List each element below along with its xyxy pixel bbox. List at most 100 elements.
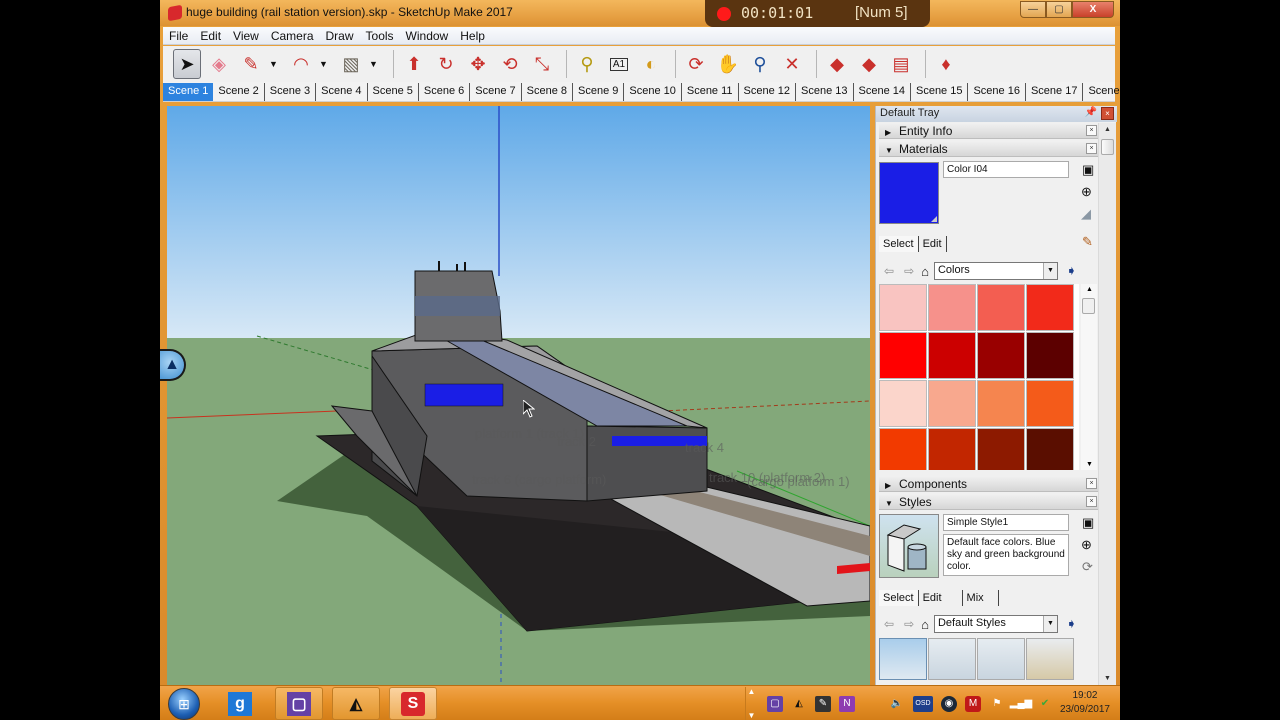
current-material-swatch[interactable] [879,162,939,224]
scroll-up-icon[interactable]: ▲ [1104,126,1111,133]
scene-tab[interactable]: Scene 10 [624,83,682,101]
forward-arrow-icon[interactable]: ⇨ [904,617,914,631]
follow-me-tool-button[interactable]: ↻ [432,49,460,79]
style-library-select[interactable]: Default Styles ▼ [933,615,1058,633]
menu-edit[interactable]: Edit [194,27,227,45]
style-thumbnail[interactable] [928,638,976,680]
create-style-icon[interactable]: ⊕ [1081,537,1092,553]
material-swatch[interactable] [1026,284,1074,331]
material-library-select[interactable]: Colors ▼ [933,262,1058,280]
modeling-viewport[interactable]: platform 1 (track 1) track 2 track 4 tra… [167,106,870,685]
text-tool-button[interactable]: A1 [605,49,633,79]
scroll-down-icon[interactable]: ▼ [1104,675,1111,682]
eyedropper-icon[interactable]: ✎ [1082,234,1093,250]
twitch-tray-icon[interactable]: ▢ [767,695,783,712]
material-name-field[interactable]: Color I04 [943,161,1069,178]
scroll-thumb[interactable] [1101,139,1114,155]
display-secondary-pane-icon[interactable]: ▣ [1082,162,1094,178]
material-swatch[interactable] [879,380,927,427]
close-button[interactable]: X [1072,1,1114,18]
style-description-field[interactable]: Default face colors. Blue sky and green … [943,534,1069,576]
materials-panel-header[interactable]: ▼ Materials × [879,141,1099,157]
paint-bucket-tool-button[interactable]: ◐ [637,49,665,79]
swatch-scrollbar[interactable]: ▲ ▼ [1081,284,1097,470]
extension-warehouse-button[interactable]: ♦ [932,49,960,79]
tab-edit[interactable]: Edit [919,236,947,252]
steam-icon[interactable]: ◉ [941,695,957,712]
material-swatch[interactable] [879,284,927,331]
scene-tab[interactable]: Scene 15 [911,83,969,101]
scene-tab[interactable]: Scene 18 [1083,83,1120,101]
components-panel-header[interactable]: ▶ Components × [879,476,1099,492]
tab-edit[interactable]: Edit [919,590,963,606]
mcafee-icon[interactable]: M [965,695,981,712]
material-swatch[interactable] [977,428,1025,470]
create-material-icon[interactable]: ⊕ [1081,184,1092,200]
tray-scrollbar[interactable]: ▲ ▼ [1098,123,1116,685]
scene-tab[interactable]: Scene 1 [163,83,214,101]
menu-file[interactable]: File [163,27,194,45]
scene-tab[interactable]: Scene 13 [796,83,854,101]
scene-tab[interactable]: Scene 8 [522,83,573,101]
entity-info-panel-header[interactable]: ▶ Entity Info × [879,123,1099,139]
back-arrow-icon[interactable]: ⇦ [884,617,894,631]
material-swatch[interactable] [977,332,1025,379]
menu-camera[interactable]: Camera [265,27,320,45]
home-icon[interactable]: ⌂ [921,617,929,632]
zoom-tool-button[interactable]: ⚲ [746,49,774,79]
rotate-tool-button[interactable]: ⟲ [496,49,524,79]
scene-tab[interactable]: Scene 7 [470,83,522,101]
panel-close-button[interactable]: × [1086,125,1097,136]
taskbar-app-sketchup[interactable]: S [389,687,437,720]
material-swatch[interactable] [1026,332,1074,379]
taskbar-app-twitch[interactable]: ▢ [275,687,323,720]
tape-measure-tool-button[interactable]: ⚲ [573,49,601,79]
tray-close-button[interactable]: × [1101,107,1114,120]
scroll-up-icon[interactable]: ▲ [1086,286,1093,293]
eraser-tool-button[interactable]: ◈ [205,49,233,79]
panel-close-button[interactable]: × [1086,143,1097,154]
network-icon[interactable]: ✔ [1037,696,1053,712]
taskbar-app-garrys-mod[interactable]: g [216,687,264,720]
notepad-tray-icon[interactable]: ✎ [815,695,831,712]
scene-tab[interactable]: Scene 5 [368,83,419,101]
volume-icon[interactable]: 🔈 [889,696,905,712]
material-swatch[interactable] [928,332,976,379]
signal-strength-icon[interactable]: ▂▄▆ [1010,696,1032,712]
display-secondary-pane-icon[interactable]: ▣ [1082,515,1094,531]
details-arrow-icon[interactable]: ➧ [1066,616,1077,632]
zoom-extents-tool-button[interactable]: ✕ [778,49,806,79]
onenote-tray-icon[interactable]: N [839,695,855,712]
move-tool-button[interactable]: ✥ [464,49,492,79]
wolf-tray-icon[interactable]: ◭ [791,696,807,712]
forward-arrow-icon[interactable]: ⇨ [904,264,914,278]
details-arrow-icon[interactable]: ➧ [1066,263,1077,279]
material-swatch[interactable] [977,284,1025,331]
action-center-flag-icon[interactable]: ⚑ [989,696,1005,712]
material-swatch[interactable] [879,428,927,470]
line-tool-button[interactable]: ✎ [237,49,265,79]
scene-tab[interactable]: Scene 11 [682,83,739,101]
panel-close-button[interactable]: × [1086,478,1097,489]
arc-tool-button[interactable]: ◠ [287,49,315,79]
material-swatch[interactable] [977,380,1025,427]
scene-tab[interactable]: Scene 2 [213,83,265,101]
panel-close-button[interactable]: × [1086,496,1097,507]
line-tool-dropdown[interactable]: ▼ [269,59,281,69]
material-swatch[interactable] [1026,380,1074,427]
default-material-icon[interactable]: ◢ [1081,206,1091,222]
push-pull-tool-button[interactable]: ⬆ [400,49,428,79]
material-swatch[interactable] [928,284,976,331]
pan-tool-button[interactable]: ✋ [714,49,742,79]
3d-warehouse-button[interactable]: ◆ [823,49,851,79]
style-thumbnail[interactable] [879,638,927,680]
scroll-thumb[interactable] [1082,298,1095,314]
update-style-icon[interactable]: ⟳ [1082,559,1093,575]
taskbar-app-wolf[interactable]: ◭ [332,687,380,720]
tab-select[interactable]: Select [879,590,919,606]
share-model-button[interactable]: ◆ [855,49,883,79]
style-thumbnail[interactable] [977,638,1025,680]
scene-tab[interactable]: Scene 4 [316,83,368,101]
scroll-down-icon[interactable]: ▼ [1086,461,1093,468]
scene-tab[interactable]: Scene 16 [968,83,1026,101]
